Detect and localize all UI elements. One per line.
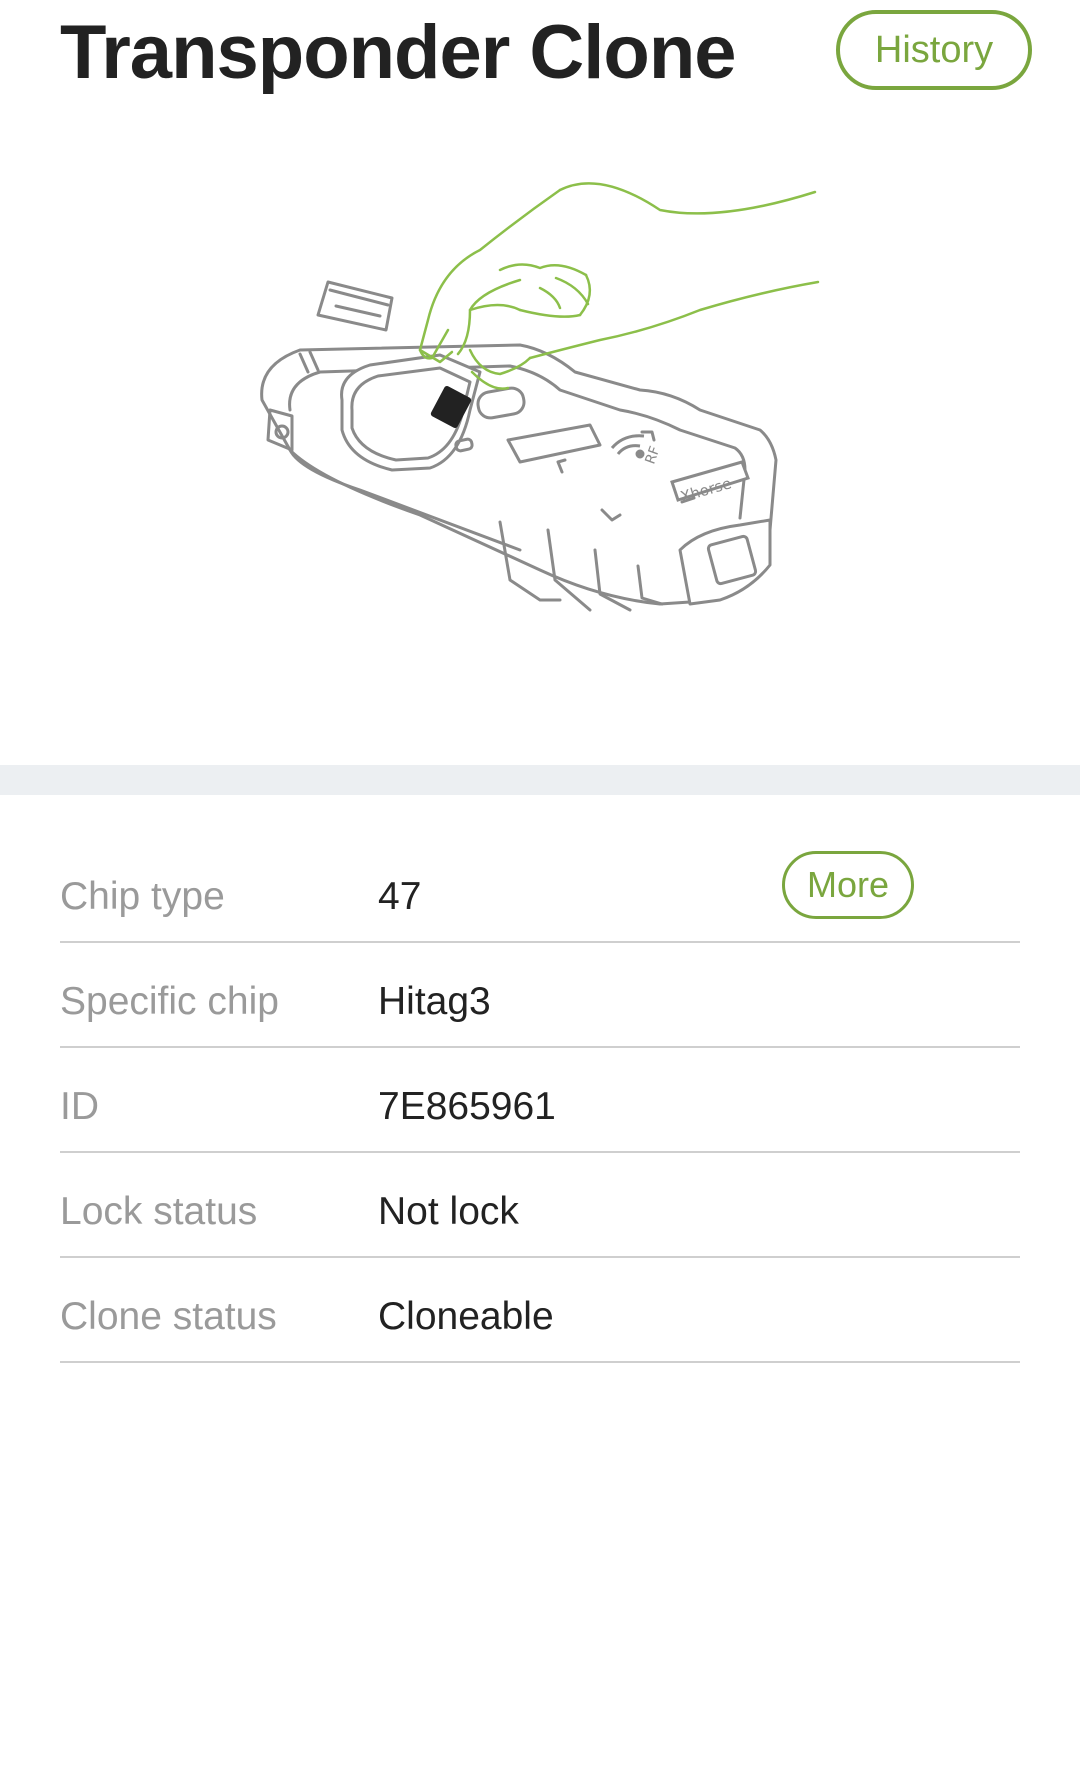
info-row-clone-status: Clone status Cloneable	[60, 1258, 1020, 1363]
info-row-id: ID 7E865961	[60, 1048, 1020, 1153]
row-value: Cloneable	[378, 1295, 554, 1338]
history-button[interactable]: History	[836, 10, 1032, 90]
row-label: ID	[60, 1085, 99, 1128]
row-label: Lock status	[60, 1190, 258, 1233]
chip-info-table: Chip type 47 More Specific chip Hitag3 I…	[60, 795, 1020, 1363]
section-divider	[0, 765, 1080, 795]
row-label: Clone status	[60, 1295, 277, 1338]
header: Transponder Clone History	[0, 0, 1080, 110]
row-label: Chip type	[60, 875, 225, 918]
row-label: Specific chip	[60, 980, 279, 1023]
row-value: Not lock	[378, 1190, 519, 1233]
row-value: Hitag3	[378, 980, 491, 1023]
info-row-chip-type: Chip type 47 More	[60, 795, 1020, 943]
transponder-illustration: Xhorse RF	[0, 110, 1080, 765]
row-value: 47	[378, 875, 422, 918]
page-title: Transponder Clone	[60, 10, 737, 95]
key-tool-device-icon: Xhorse RF	[260, 182, 820, 612]
info-row-specific-chip: Specific chip Hitag3	[60, 943, 1020, 1048]
info-row-lock-status: Lock status Not lock	[60, 1153, 1020, 1258]
more-button[interactable]: More	[782, 851, 914, 919]
row-value: 7E865961	[378, 1085, 556, 1128]
